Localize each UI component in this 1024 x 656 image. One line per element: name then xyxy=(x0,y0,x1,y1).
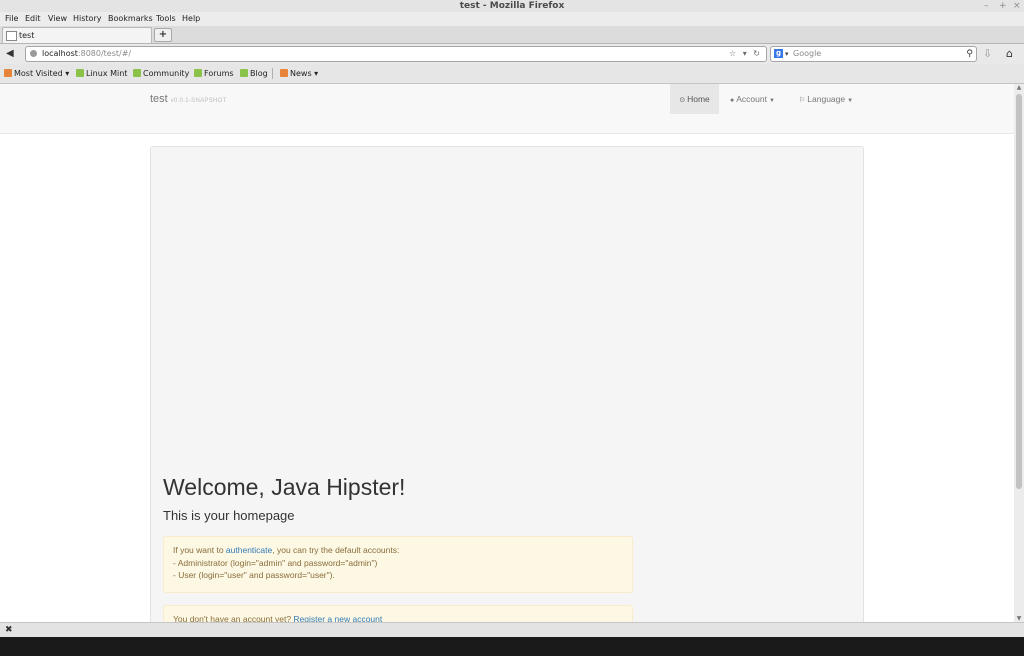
home-icon[interactable]: ⌂ xyxy=(1006,47,1013,61)
search-input[interactable]: Google xyxy=(793,47,821,61)
user-icon: ● xyxy=(730,97,735,104)
menu-help[interactable]: Help xyxy=(182,12,200,26)
hero-panel: Welcome, Java Hipster! This is your home… xyxy=(150,146,864,622)
bookmark-blog[interactable]: Blog xyxy=(240,64,268,83)
tab-test[interactable]: test xyxy=(2,27,152,43)
maximize-button[interactable]: + xyxy=(999,0,1007,12)
authenticate-link[interactable]: authenticate xyxy=(226,545,272,555)
menu-file[interactable]: File xyxy=(5,12,18,26)
menu-edit[interactable]: Edit xyxy=(25,12,41,26)
url-path: :8080/test/#/ xyxy=(77,49,132,58)
tab-strip: test + xyxy=(0,26,1024,44)
title-bar: test - Mozilla Firefox – + × xyxy=(0,0,1024,12)
browser-window: test - Mozilla Firefox – + × File Edit V… xyxy=(0,0,1024,637)
globe-icon xyxy=(30,50,37,57)
bookmark-linux-mint[interactable]: Linux Mint xyxy=(76,64,127,83)
search-bar[interactable]: g ▾ Google ⚲ xyxy=(770,46,977,62)
menu-history[interactable]: History xyxy=(73,12,101,26)
menu-view[interactable]: View xyxy=(48,12,67,26)
menu-tools[interactable]: Tools xyxy=(156,12,176,26)
page-favicon-icon xyxy=(6,31,17,41)
bookmark-community[interactable]: Community xyxy=(133,64,189,83)
app-brand[interactable]: test v0.0.1-SNAPSHOT xyxy=(150,93,227,105)
rss-icon xyxy=(280,69,288,77)
alert-line-3: - User (login="user" and password="user"… xyxy=(173,570,335,580)
google-icon[interactable]: g xyxy=(774,49,783,58)
page-title: Welcome, Java Hipster! xyxy=(163,474,406,500)
bookmark-most-visited[interactable]: Most Visited ▾ xyxy=(4,64,69,83)
url-host: localhost xyxy=(42,49,78,58)
login-hint-alert: If you want to authenticate, you can try… xyxy=(163,536,633,593)
caret-down-icon: ▼ xyxy=(847,98,854,104)
minimize-button[interactable]: – xyxy=(984,0,989,12)
tab-label: test xyxy=(19,31,35,40)
close-addon-bar-icon[interactable]: ✖ xyxy=(5,623,13,637)
download-icon[interactable]: ⇩ xyxy=(983,47,992,61)
app-version: v0.0.1-SNAPSHOT xyxy=(170,98,227,104)
bookmark-forums[interactable]: Forums xyxy=(194,64,234,83)
home-nav-icon: ⊙ xyxy=(679,97,686,104)
navigation-toolbar: ◀ localhost:8080/test/#/ ☆ ▾ ↻ g ▾ Googl… xyxy=(0,44,1024,64)
url-bar-actions[interactable]: ☆ ▾ ↻ xyxy=(729,47,762,61)
mint-icon xyxy=(133,69,141,77)
alert-line-2: - Administrator (login="admin" and passw… xyxy=(173,557,378,568)
search-engine-dropdown-icon[interactable]: ▾ xyxy=(785,47,789,61)
bookmarks-toolbar: Most Visited ▾ Linux Mint Community Foru… xyxy=(0,64,1024,84)
search-icon[interactable]: ⚲ xyxy=(966,47,973,61)
nav-home[interactable]: ⊙ Home xyxy=(670,84,719,114)
register-alert: You don't have an account yet? Register … xyxy=(163,605,633,622)
scroll-down-icon[interactable]: ▼ xyxy=(1014,615,1024,622)
back-arrow-icon[interactable]: ◀ xyxy=(6,47,14,61)
close-window-button[interactable]: × xyxy=(1013,0,1021,12)
register-link[interactable]: Register a new account xyxy=(293,614,382,622)
nav-language[interactable]: ⚐ Language ▼ xyxy=(799,84,853,114)
mint-icon xyxy=(240,69,248,77)
bookmark-news[interactable]: News ▾ xyxy=(280,64,318,83)
caret-down-icon: ▼ xyxy=(768,98,775,104)
mint-icon xyxy=(194,69,202,77)
bookmark-separator xyxy=(272,68,273,79)
nav-account[interactable]: ● Account ▼ xyxy=(730,84,775,114)
scrollbar-thumb[interactable] xyxy=(1016,94,1022,489)
url-text[interactable]: localhost:8080/test/#/ xyxy=(42,47,131,61)
flag-icon: ⚐ xyxy=(799,97,806,104)
menu-bar: File Edit View History Bookmarks Tools H… xyxy=(0,12,1024,26)
url-bar[interactable]: localhost:8080/test/#/ ☆ ▾ ↻ xyxy=(25,46,767,62)
page-viewport: test v0.0.1-SNAPSHOT ⊙ Home ● Account ▼ ⚐ Lan… xyxy=(0,84,1014,622)
bookmark-folder-icon xyxy=(4,69,12,77)
window-title: test - Mozilla Firefox xyxy=(459,1,565,11)
alert-line-1: If you want to authenticate, you can try… xyxy=(173,545,400,555)
menu-bookmarks[interactable]: Bookmarks xyxy=(108,12,153,26)
vertical-scrollbar[interactable]: ▲ ▼ xyxy=(1014,84,1024,622)
app-navbar: test v0.0.1-SNAPSHOT ⊙ Home ● Account ▼ ⚐ Lan… xyxy=(0,84,1014,134)
status-bar: ✖ xyxy=(0,622,1024,637)
new-tab-button[interactable]: + xyxy=(154,28,172,42)
page-subtitle: This is your homepage xyxy=(163,508,295,523)
scroll-up-icon[interactable]: ▲ xyxy=(1014,84,1024,91)
mint-icon xyxy=(76,69,84,77)
